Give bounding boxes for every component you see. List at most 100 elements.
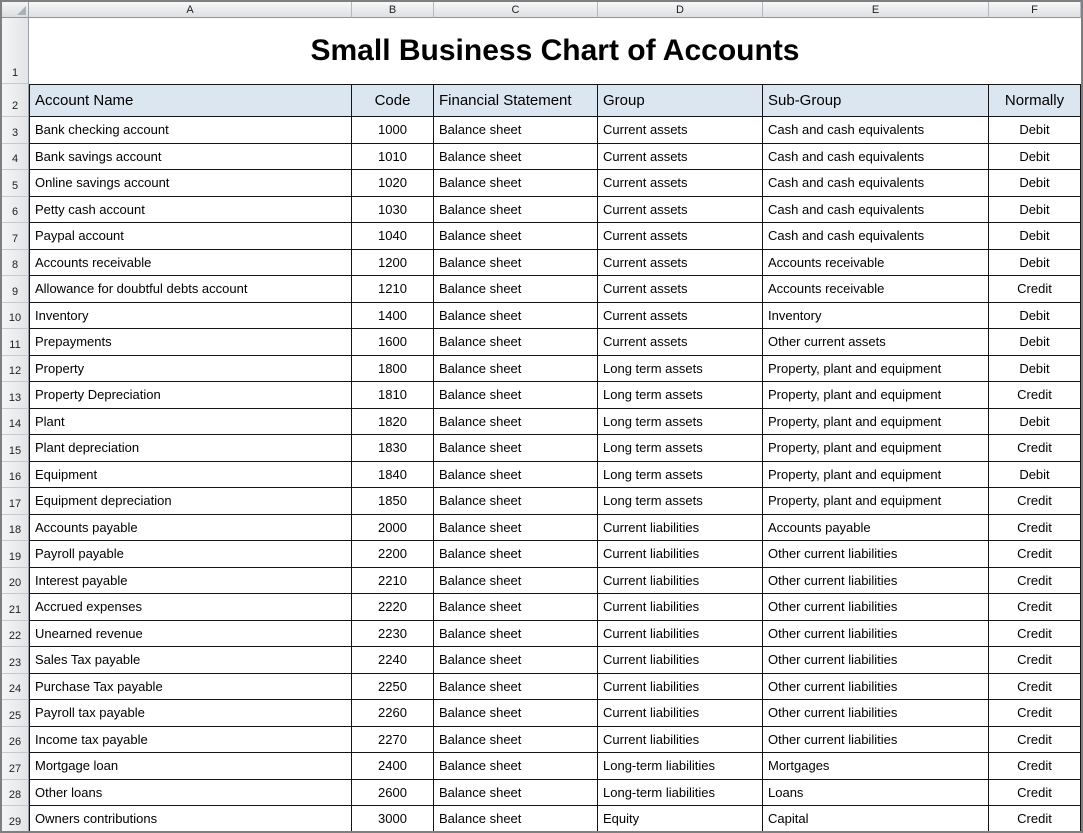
cell-B6[interactable]: 1030 [352,197,434,224]
cell-E27[interactable]: Mortgages [763,753,989,780]
row-number-25[interactable]: 25 [2,700,29,727]
cell-A4[interactable]: Bank savings account [29,144,352,171]
cell-D7[interactable]: Current assets [598,223,763,250]
cell-C16[interactable]: Balance sheet [434,462,598,489]
cell-A28[interactable]: Other loans [29,780,352,807]
cell-E9[interactable]: Accounts receivable [763,276,989,303]
page-title[interactable]: Small Business Chart of Accounts [29,18,1081,84]
cell-F27[interactable]: Credit [989,753,1081,780]
cell-D19[interactable]: Current liabilities [598,541,763,568]
cell-F16[interactable]: Debit [989,462,1081,489]
select-all-corner[interactable] [2,2,29,18]
cell-F5[interactable]: Debit [989,170,1081,197]
cell-D14[interactable]: Long term assets [598,409,763,436]
cell-B11[interactable]: 1600 [352,329,434,356]
row-number-14[interactable]: 14 [2,409,29,436]
cell-C17[interactable]: Balance sheet [434,488,598,515]
row-number-23[interactable]: 23 [2,647,29,674]
cell-A19[interactable]: Payroll payable [29,541,352,568]
row-number-1[interactable]: 1 [2,18,29,84]
cell-C29[interactable]: Balance sheet [434,806,598,833]
cell-F24[interactable]: Credit [989,674,1081,701]
cell-A13[interactable]: Property Depreciation [29,382,352,409]
cell-A29[interactable]: Owners contributions [29,806,352,833]
cell-D24[interactable]: Current liabilities [598,674,763,701]
cell-D29[interactable]: Equity [598,806,763,833]
cell-C9[interactable]: Balance sheet [434,276,598,303]
cell-C15[interactable]: Balance sheet [434,435,598,462]
cell-F4[interactable]: Debit [989,144,1081,171]
cell-B4[interactable]: 1010 [352,144,434,171]
cell-B17[interactable]: 1850 [352,488,434,515]
row-number-21[interactable]: 21 [2,594,29,621]
cell-E19[interactable]: Other current liabilities [763,541,989,568]
cell-F22[interactable]: Credit [989,621,1081,648]
cell-E10[interactable]: Inventory [763,303,989,330]
row-number-20[interactable]: 20 [2,568,29,595]
cell-D16[interactable]: Long term assets [598,462,763,489]
cell-C5[interactable]: Balance sheet [434,170,598,197]
cell-A23[interactable]: Sales Tax payable [29,647,352,674]
cell-A21[interactable]: Accrued expenses [29,594,352,621]
cell-B13[interactable]: 1810 [352,382,434,409]
cell-C14[interactable]: Balance sheet [434,409,598,436]
cell-B16[interactable]: 1840 [352,462,434,489]
cell-E16[interactable]: Property, plant and equipment [763,462,989,489]
header-cell-sub-group[interactable]: Sub-Group [763,84,989,117]
row-number-11[interactable]: 11 [2,329,29,356]
cell-F6[interactable]: Debit [989,197,1081,224]
cell-B12[interactable]: 1800 [352,356,434,383]
cell-B25[interactable]: 2260 [352,700,434,727]
cell-B26[interactable]: 2270 [352,727,434,754]
cell-D6[interactable]: Current assets [598,197,763,224]
cell-A11[interactable]: Prepayments [29,329,352,356]
row-number-29[interactable]: 29 [2,806,29,833]
row-number-26[interactable]: 26 [2,727,29,754]
cell-E12[interactable]: Property, plant and equipment [763,356,989,383]
row-number-18[interactable]: 18 [2,515,29,542]
cell-D5[interactable]: Current assets [598,170,763,197]
cell-E13[interactable]: Property, plant and equipment [763,382,989,409]
cell-E17[interactable]: Property, plant and equipment [763,488,989,515]
cell-A15[interactable]: Plant depreciation [29,435,352,462]
cell-E29[interactable]: Capital [763,806,989,833]
cell-B8[interactable]: 1200 [352,250,434,277]
cell-B29[interactable]: 3000 [352,806,434,833]
cell-C25[interactable]: Balance sheet [434,700,598,727]
cell-E6[interactable]: Cash and cash equivalents [763,197,989,224]
cell-D21[interactable]: Current liabilities [598,594,763,621]
cell-E5[interactable]: Cash and cash equivalents [763,170,989,197]
cell-B23[interactable]: 2240 [352,647,434,674]
cell-D11[interactable]: Current assets [598,329,763,356]
cell-E21[interactable]: Other current liabilities [763,594,989,621]
cell-F29[interactable]: Credit [989,806,1081,833]
column-header-C[interactable]: C [434,2,598,18]
row-number-28[interactable]: 28 [2,780,29,807]
cell-C12[interactable]: Balance sheet [434,356,598,383]
column-header-A[interactable]: A [29,2,352,18]
row-number-5[interactable]: 5 [2,170,29,197]
cell-C7[interactable]: Balance sheet [434,223,598,250]
row-number-8[interactable]: 8 [2,250,29,277]
cell-B7[interactable]: 1040 [352,223,434,250]
row-number-16[interactable]: 16 [2,462,29,489]
cell-E14[interactable]: Property, plant and equipment [763,409,989,436]
cell-D18[interactable]: Current liabilities [598,515,763,542]
cell-E23[interactable]: Other current liabilities [763,647,989,674]
cell-D25[interactable]: Current liabilities [598,700,763,727]
row-number-2[interactable]: 2 [2,84,29,117]
cell-B10[interactable]: 1400 [352,303,434,330]
column-header-B[interactable]: B [352,2,434,18]
cell-E8[interactable]: Accounts receivable [763,250,989,277]
cell-B21[interactable]: 2220 [352,594,434,621]
cell-C19[interactable]: Balance sheet [434,541,598,568]
cell-C18[interactable]: Balance sheet [434,515,598,542]
cell-E18[interactable]: Accounts payable [763,515,989,542]
cell-B20[interactable]: 2210 [352,568,434,595]
cell-D13[interactable]: Long term assets [598,382,763,409]
cell-C20[interactable]: Balance sheet [434,568,598,595]
cell-D28[interactable]: Long-term liabilities [598,780,763,807]
cell-A3[interactable]: Bank checking account [29,117,352,144]
cell-E20[interactable]: Other current liabilities [763,568,989,595]
cell-E4[interactable]: Cash and cash equivalents [763,144,989,171]
